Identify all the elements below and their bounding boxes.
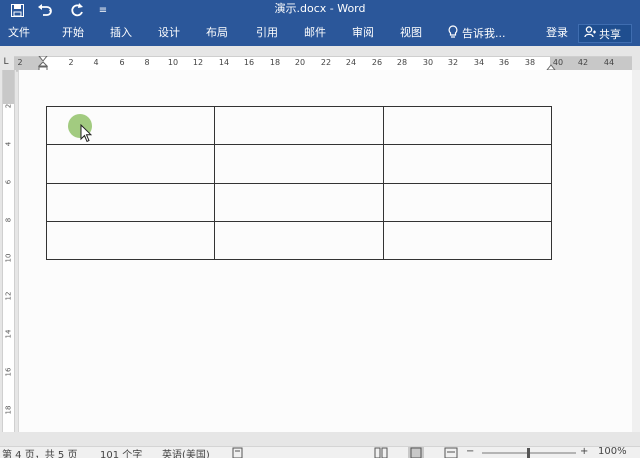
print-layout-icon[interactable] bbox=[408, 447, 424, 458]
document-table[interactable] bbox=[45, 105, 553, 261]
tell-me-box[interactable]: 告诉我... bbox=[448, 20, 506, 46]
ruler-tick: 24 bbox=[345, 58, 357, 67]
ruler-tick: 32 bbox=[447, 58, 459, 67]
tab-design[interactable]: 设计 bbox=[158, 20, 180, 46]
ruler-tick: 30 bbox=[422, 58, 434, 67]
table-row bbox=[45, 182, 553, 222]
zoom-slider[interactable] bbox=[482, 447, 576, 458]
ruler-tick: 8 bbox=[4, 217, 13, 223]
sign-in-link[interactable]: 登录 bbox=[546, 20, 568, 46]
language-status[interactable]: 英语(美国) bbox=[162, 447, 210, 458]
ruler-tick: 14 bbox=[218, 58, 230, 67]
ruler-tick: 20 bbox=[294, 58, 306, 67]
zoom-level[interactable]: 100% bbox=[598, 447, 627, 457]
tab-view[interactable]: 视图 bbox=[400, 20, 422, 46]
ruler-tick: 44 bbox=[603, 58, 615, 67]
word-count-status[interactable]: 101 个字 bbox=[100, 447, 142, 458]
vertical-ruler[interactable]: 2 4 6 8 10 12 14 16 18 bbox=[0, 70, 16, 432]
ruler-tick: 28 bbox=[396, 58, 408, 67]
ruler-tick: 2 bbox=[68, 58, 74, 67]
status-bar: 第 4 页，共 5 页 101 个字 英语(美国) − + 100% bbox=[0, 446, 640, 458]
table-cell[interactable] bbox=[214, 220, 384, 261]
ruler-tick: 6 bbox=[4, 179, 13, 185]
ruler-tick: 38 bbox=[524, 58, 536, 67]
ruler-tick: 10 bbox=[167, 58, 179, 67]
table-row bbox=[45, 220, 553, 261]
zoom-in-button[interactable]: + bbox=[580, 447, 588, 457]
ruler-tick: 8 bbox=[144, 58, 150, 67]
ruler-tick: 42 bbox=[577, 58, 589, 67]
lightbulb-icon bbox=[448, 25, 458, 41]
ruler-tick: 14 bbox=[4, 329, 13, 339]
vertical-ruler-strip: 2 4 6 8 10 12 14 16 18 bbox=[2, 70, 15, 432]
document-title: 演示.docx - Word bbox=[274, 2, 366, 15]
tab-insert[interactable]: 插入 bbox=[110, 20, 132, 46]
tell-me-label: 告诉我... bbox=[462, 27, 506, 40]
vertical-scrollbar[interactable] bbox=[632, 70, 640, 432]
ruler-tick: 16 bbox=[243, 58, 255, 67]
ruler-tick: 10 bbox=[4, 253, 13, 263]
tab-references[interactable]: 引用 bbox=[256, 20, 278, 46]
vertical-ruler-top-margin bbox=[3, 70, 14, 104]
web-layout-icon[interactable] bbox=[444, 447, 458, 458]
ruler-tick: 6 bbox=[119, 58, 125, 67]
table-cell[interactable] bbox=[382, 220, 553, 261]
ruler-tick: 4 bbox=[4, 141, 13, 147]
table-cell[interactable] bbox=[382, 144, 553, 184]
table-cell[interactable] bbox=[45, 182, 216, 222]
ruler-tick: 26 bbox=[371, 58, 383, 67]
read-mode-icon[interactable] bbox=[374, 447, 388, 458]
proofing-icon[interactable] bbox=[232, 447, 244, 458]
ruler-tick: 36 bbox=[498, 58, 510, 67]
mouse-pointer-icon bbox=[80, 124, 92, 143]
ruler-tick: 34 bbox=[473, 58, 485, 67]
title-bar: ≡ 演示.docx - Word bbox=[0, 0, 640, 20]
share-button[interactable]: 共享 bbox=[578, 24, 632, 43]
page-count-status[interactable]: 第 4 页，共 5 页 bbox=[2, 447, 77, 458]
zoom-out-button[interactable]: − bbox=[466, 447, 474, 457]
ruler-tick: 12 bbox=[192, 58, 204, 67]
ruler-tick: 18 bbox=[4, 405, 13, 415]
ruler-tick: 12 bbox=[4, 291, 13, 301]
tab-file[interactable]: 文件 bbox=[8, 20, 30, 46]
share-person-icon bbox=[584, 26, 596, 41]
ruler-tick: 4 bbox=[93, 58, 99, 67]
ruler-tick: 2 bbox=[4, 103, 13, 109]
table-row bbox=[45, 105, 553, 146]
table-cell[interactable] bbox=[382, 182, 553, 222]
table-cell[interactable] bbox=[382, 105, 553, 146]
table-cell[interactable] bbox=[214, 182, 384, 222]
ribbon-tabs: 文件 开始 插入 设计 布局 引用 邮件 审阅 视图 告诉我... 登录 共享 bbox=[0, 20, 640, 46]
tab-layout[interactable]: 布局 bbox=[206, 20, 228, 46]
table-row bbox=[45, 144, 553, 184]
table-cell[interactable] bbox=[214, 105, 384, 146]
ruler-tick: 16 bbox=[4, 367, 13, 377]
ruler-tick: 22 bbox=[320, 58, 332, 67]
table-cell[interactable] bbox=[45, 220, 216, 261]
share-label: 共享 bbox=[599, 27, 621, 41]
table-cell[interactable] bbox=[214, 144, 384, 184]
ruler-tick: 2 bbox=[17, 58, 23, 67]
table-cell[interactable] bbox=[45, 144, 216, 184]
ruler-tick: 18 bbox=[269, 58, 281, 67]
tab-review[interactable]: 审阅 bbox=[352, 20, 374, 46]
tab-home[interactable]: 开始 bbox=[62, 20, 84, 46]
tab-mailings[interactable]: 邮件 bbox=[304, 20, 326, 46]
